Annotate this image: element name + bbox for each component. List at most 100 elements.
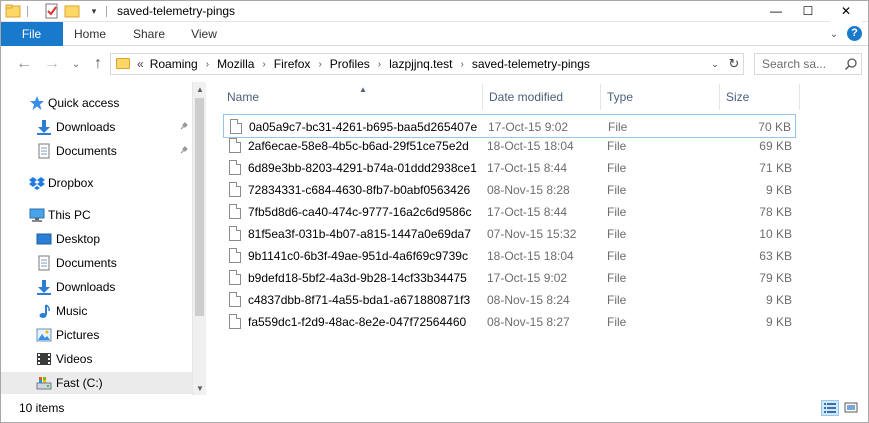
scroll-down-icon[interactable]: ▼ [193, 381, 207, 395]
table-row[interactable]: 2af6ecae-58e8-4b5c-b6ad-29f51ce75e2d 18-… [223, 134, 796, 158]
file-date: 08-Nov-15 8:27 [487, 315, 570, 329]
sidebar-item-documents[interactable]: Documents [0, 140, 192, 162]
table-row[interactable]: 72834331-c684-4630-8fb7-b0abf0563426 08-… [223, 178, 796, 202]
back-button[interactable]: ← [14, 54, 34, 74]
table-row[interactable]: 81f5ea3f-031b-4b07-a815-1447a0e69da7 07-… [223, 222, 796, 246]
chevron-right-icon[interactable]: › [262, 59, 265, 70]
sidebar-item-pictures[interactable]: Pictures [0, 324, 192, 346]
scrollbar-thumb[interactable] [195, 98, 204, 316]
minimize-button[interactable]: — [760, 0, 792, 22]
tab-file[interactable]: File [0, 22, 63, 46]
sidebar-item-label: Downloads [56, 280, 116, 294]
chevron-right-icon[interactable]: › [318, 59, 321, 70]
tab-view[interactable]: View [182, 22, 226, 46]
video-icon [36, 351, 52, 367]
sidebar-item-label: Documents [56, 144, 117, 158]
breadcrumb-roaming[interactable]: Roaming [150, 57, 198, 71]
document-icon [36, 143, 52, 159]
breadcrumb-current[interactable]: saved-telemetry-pings [472, 57, 590, 71]
file-list-pane: Name ▲ Date modified Type Size 0a05a9c7-… [206, 82, 869, 395]
refresh-icon[interactable]: ↻ [725, 54, 743, 74]
column-header-type[interactable]: Type [601, 84, 720, 110]
sidebar-item-videos[interactable]: Videos [0, 348, 192, 370]
file-size: 63 KB [759, 249, 792, 263]
tab-share[interactable]: Share [124, 22, 174, 46]
sidebar-item-dropbox[interactable]: Dropbox [0, 172, 192, 194]
recent-locations-button[interactable]: ⌄ [66, 54, 86, 74]
column-header-label: Type [607, 90, 634, 104]
table-row[interactable]: b9defd18-5bf2-4a3d-9b28-14cf33b34475 17-… [223, 266, 796, 290]
table-row[interactable]: 7fb5d8d6-ca40-474c-9777-16a2c6d9586c 17-… [223, 200, 796, 224]
help-icon[interactable]: ? [847, 26, 862, 41]
sidebar-item-documents-pc[interactable]: Documents [0, 252, 192, 274]
large-icons-view-icon[interactable] [842, 400, 860, 416]
expand-ribbon-icon[interactable]: ⌄ [826, 26, 842, 42]
status-bar: 10 items [0, 395, 869, 423]
sidebar-item-fast-c[interactable]: Fast (C:) [0, 372, 192, 394]
scroll-up-icon[interactable]: ▲ [193, 82, 207, 96]
sidebar-item-desktop[interactable]: Desktop [0, 228, 192, 250]
file-size: 69 KB [759, 139, 792, 153]
sidebar-item-label: Desktop [56, 232, 101, 246]
forward-button[interactable]: → [42, 54, 62, 74]
chevron-right-icon[interactable]: › [378, 59, 381, 70]
breadcrumb-profiles[interactable]: Profiles [330, 57, 370, 71]
table-row[interactable]: 6d89e3bb-8203-4291-b74a-01ddd2938ce1 17-… [223, 156, 796, 180]
column-header-label: Size [726, 90, 750, 104]
file-name: b9defd18-5bf2-4a3d-9b28-14cf33b34475 [248, 271, 467, 285]
up-button[interactable]: ↑ [88, 54, 108, 74]
sidebar-item-label: Dropbox [48, 176, 94, 190]
breadcrumb-mozilla[interactable]: Mozilla [217, 57, 254, 71]
column-header-date[interactable]: Date modified [483, 84, 601, 110]
address-bar[interactable]: « Roaming › Mozilla › Firefox › Profiles… [110, 53, 744, 75]
sidebar-item-label: Downloads [56, 120, 116, 134]
file-type: File [607, 139, 627, 153]
file-icon [229, 248, 241, 263]
title-bar: ▾ saved-telemetry-pings — ☐ ✕ [0, 0, 869, 22]
navigation-bar: ← → ⌄ ↑ « Roaming › Mozilla › Firefox › … [0, 46, 869, 82]
column-header-label: Name [227, 90, 260, 104]
sidebar-item-quick-access[interactable]: Quick access [0, 92, 192, 114]
file-icon [229, 182, 241, 197]
file-date: 07-Nov-15 15:32 [487, 227, 577, 241]
file-date: 18-Oct-15 18:04 [487, 139, 574, 153]
sidebar-item-this-pc[interactable]: This PC [0, 204, 192, 226]
details-view-icon[interactable] [821, 400, 839, 416]
chevron-right-icon[interactable]: › [461, 59, 464, 70]
pin-icon [180, 146, 188, 154]
new-folder-icon[interactable] [64, 3, 80, 19]
table-row[interactable]: 9b1141c0-6b3f-49ae-951d-4a6f69c9739c 18-… [223, 244, 796, 268]
tab-home[interactable]: Home [66, 22, 114, 46]
breadcrumb-overflow[interactable]: « [137, 57, 144, 71]
breadcrumb-firefox[interactable]: Firefox [274, 57, 311, 71]
search-icon[interactable] [844, 57, 858, 71]
search-input[interactable] [762, 57, 842, 71]
navigation-pane: Quick access Downloads Documents Dropbox… [0, 82, 206, 395]
file-size: 79 KB [759, 271, 792, 285]
table-row[interactable]: c4837dbb-8f71-4a55-bda1-a671880871f3 08-… [223, 288, 796, 312]
sort-ascending-icon: ▲ [359, 85, 367, 94]
chevron-right-icon[interactable]: › [206, 59, 209, 70]
file-name: 2af6ecae-58e8-4b5c-b6ad-29f51ce75e2d [248, 139, 469, 153]
properties-icon[interactable] [44, 3, 60, 19]
file-date: 17-Oct-15 8:44 [487, 161, 568, 175]
file-type: File [607, 205, 627, 219]
table-row[interactable]: fa559dc1-f2d9-48ac-8e2e-047f72564460 08-… [223, 310, 796, 334]
download-arrow-icon [36, 119, 52, 135]
close-button[interactable]: ✕ [830, 0, 862, 22]
address-dropdown-icon[interactable]: ⌄ [707, 54, 723, 74]
breadcrumb: « Roaming › Mozilla › Firefox › Profiles… [135, 54, 590, 74]
sidebar-item-downloads[interactable]: Downloads [0, 116, 192, 138]
folder-icon[interactable] [5, 3, 21, 19]
file-date: 17-Oct-15 9:02 [488, 120, 569, 134]
column-header-size[interactable]: Size [720, 84, 800, 110]
column-header-name[interactable]: Name ▲ [221, 84, 483, 110]
search-box[interactable] [754, 53, 862, 75]
nav-pane-scrollbar[interactable]: ▲ ▼ [192, 82, 206, 395]
sidebar-item-music[interactable]: Music [0, 300, 192, 322]
item-count: 10 items [19, 401, 65, 415]
breadcrumb-profile[interactable]: lazpjjnq.test [389, 57, 452, 71]
sidebar-item-downloads-pc[interactable]: Downloads [0, 276, 192, 298]
maximize-button[interactable]: ☐ [792, 0, 824, 22]
customize-toolbar-icon[interactable]: ▾ [86, 3, 102, 19]
